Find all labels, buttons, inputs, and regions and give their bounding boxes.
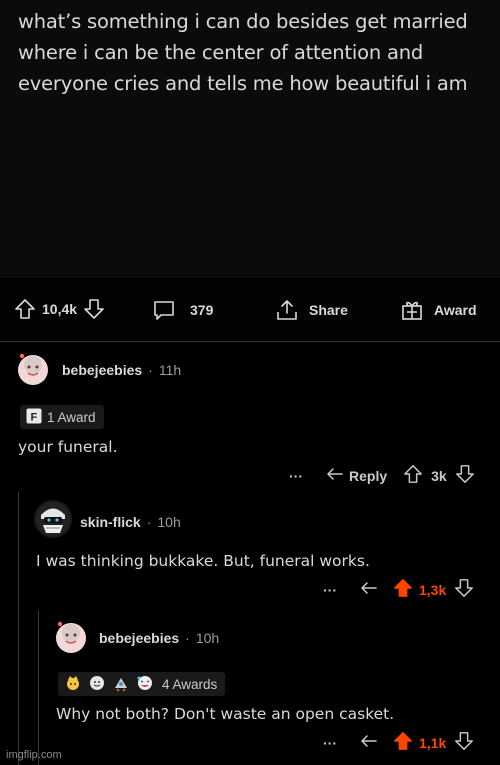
reply-label: Reply	[349, 467, 388, 484]
downvote-icon[interactable]	[454, 731, 474, 754]
gift-icon	[400, 298, 424, 322]
upvote-icon[interactable]	[403, 464, 423, 487]
vote-count: 10,4k	[42, 301, 78, 317]
upvote-icon[interactable]	[393, 578, 413, 601]
svg-text:F: F	[31, 411, 38, 423]
vote-group: 10,4k	[14, 298, 105, 320]
comment-body: I was thinking bukkake. But, funeral wor…	[36, 552, 370, 570]
rocket-award-icon	[112, 674, 130, 695]
separator-dot: ·	[148, 362, 153, 378]
vote-count: 1,3k	[419, 581, 447, 598]
award-label: Award	[434, 302, 477, 318]
reply-icon	[325, 464, 345, 487]
post-title: what’s something i can do besides get ma…	[18, 10, 468, 95]
f-award-icon: F	[26, 408, 42, 427]
thread-line[interactable]	[38, 610, 39, 765]
share-icon	[275, 298, 299, 322]
downvote-icon[interactable]	[454, 578, 474, 601]
laugh-award-icon	[136, 674, 154, 695]
comments-button[interactable]: 379	[152, 298, 213, 322]
timestamp: 11h	[158, 362, 182, 378]
award-count-label: 4 Awards	[162, 676, 218, 692]
share-button[interactable]: Share	[275, 298, 348, 322]
crown-award-icon	[64, 674, 82, 695]
separator-dot: ·	[185, 630, 190, 646]
award-badge[interactable]: 4 Awards	[58, 672, 226, 696]
post-action-bar: 10,4k 379 Share Award	[0, 280, 500, 342]
comment-body: your funeral.	[18, 438, 118, 456]
more-options-icon[interactable]: ···	[323, 735, 351, 751]
more-options-icon[interactable]: ···	[289, 468, 317, 484]
downvote-icon[interactable]	[83, 298, 105, 320]
timestamp: 10h	[157, 514, 181, 530]
share-label: Share	[309, 302, 348, 318]
upvote-icon[interactable]	[393, 731, 413, 754]
username[interactable]: bebejeebies	[62, 362, 142, 378]
comment-count: 379	[190, 302, 214, 318]
username[interactable]: skin-flick	[80, 514, 141, 530]
avatar[interactable]	[34, 500, 72, 538]
reply-icon[interactable]	[359, 731, 379, 754]
vote-count: 1,1k	[419, 734, 447, 751]
avatar[interactable]	[52, 618, 90, 656]
watermark: imgflip.com	[6, 749, 62, 761]
downvote-icon[interactable]	[455, 464, 475, 487]
upvote-icon[interactable]	[14, 298, 36, 320]
more-options-icon[interactable]: ···	[323, 582, 351, 598]
reply-icon[interactable]	[359, 578, 379, 601]
comment-body: Why not both? Don't waste an open casket…	[56, 705, 395, 723]
face-award-icon	[88, 674, 106, 695]
comment-actions: ··· 1,3k	[323, 578, 474, 601]
award-count-label: 1 Award	[47, 409, 96, 425]
timestamp: 10h	[195, 630, 220, 646]
comment-actions: ··· Reply 3k	[289, 464, 475, 487]
award-button[interactable]: Award	[400, 298, 477, 322]
thread-line[interactable]	[18, 492, 19, 765]
avatar[interactable]	[14, 350, 52, 388]
comment-icon	[152, 298, 176, 322]
comment-meta: bebejeebies · 10h	[99, 630, 219, 646]
post-header: what’s something i can do besides get ma…	[0, 0, 500, 278]
comment-meta: bebejeebies · 11h	[62, 362, 181, 378]
username[interactable]: bebejeebies	[99, 630, 179, 646]
reply-button[interactable]: Reply	[325, 464, 387, 487]
vote-count: 3k	[431, 467, 447, 484]
comment-meta: skin-flick · 10h	[80, 514, 181, 530]
comment-actions: ··· 1,1k	[323, 731, 474, 754]
separator-dot: ·	[146, 514, 152, 530]
award-badge[interactable]: F 1 Award	[20, 405, 104, 429]
